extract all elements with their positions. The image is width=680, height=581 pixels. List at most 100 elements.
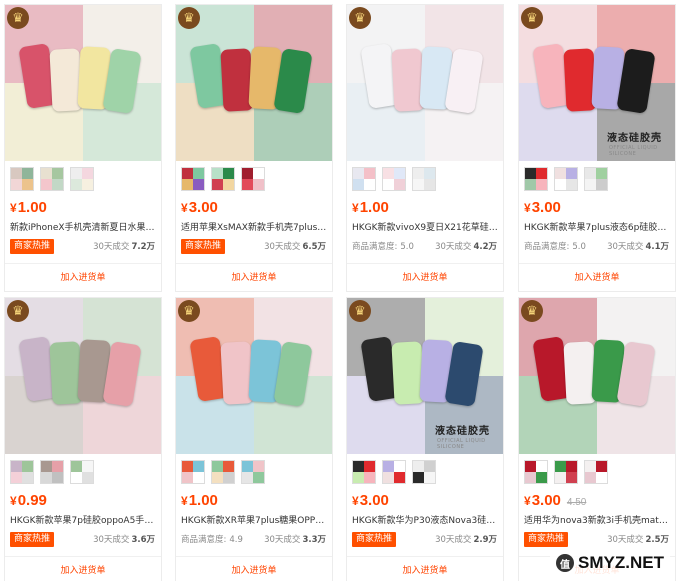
product-card[interactable]: ♛ ¥0.99 HKGK新款苹果7p硅胶oppoA5手机壳vi… 商家热推 30天成交3… <box>4 297 162 581</box>
original-price: 4.50 <box>566 497 587 508</box>
product-title[interactable]: 适用华为nova3新款3i手机壳mate20… <box>524 513 672 526</box>
variant-thumbnails <box>524 460 608 486</box>
crown-icon: ♛ <box>178 300 200 322</box>
variant-thumbnail[interactable] <box>554 167 578 191</box>
variant-thumbnail[interactable] <box>70 460 94 484</box>
sales-label: 30天成交 <box>435 535 472 545</box>
price: ¥1.00 <box>10 199 47 216</box>
hot-badge: 商家热推 <box>181 239 226 254</box>
variant-thumbnail[interactable] <box>584 460 608 484</box>
satisfaction-rating: 商品满意度: 4.9 <box>181 533 243 545</box>
variant-thumbnail[interactable] <box>412 460 436 484</box>
price-value: 1.00 <box>359 199 389 216</box>
variant-thumbnail[interactable] <box>10 460 34 484</box>
variant-thumbnail[interactable] <box>352 460 376 484</box>
product-card[interactable]: 液态硅胶壳 OFFICIAL LIQUID SILICONE ♛ ¥3.00 HKGK新… <box>346 297 504 581</box>
variant-thumbnail[interactable] <box>40 460 64 484</box>
product-title[interactable]: 适用苹果XsMAX新款手机壳7plus钻石… <box>181 220 329 233</box>
product-title[interactable]: HKGK新款华为P30液态Nova3硅胶2s… <box>352 513 500 526</box>
sales-label: 30天成交 <box>264 242 301 252</box>
price-value: 1.00 <box>17 199 47 216</box>
variant-thumbnails <box>10 167 94 193</box>
variant-thumbnail[interactable] <box>584 167 608 191</box>
product-card[interactable]: ♛ ¥1.00 HKGK新款vivoX9夏日X21花草硅胶X2… 商品满意度:5.0 3… <box>346 4 504 292</box>
variant-thumbnail[interactable] <box>241 460 265 484</box>
variant-thumbnails <box>181 460 265 486</box>
add-to-purchase-list-button[interactable]: 加入进货单 <box>347 263 503 293</box>
price-value: 3.00 <box>359 492 389 509</box>
product-image[interactable]: 液态硅胶壳 OFFICIAL LIQUID SILICONE ♛ <box>347 298 503 454</box>
crown-icon: ♛ <box>349 7 371 29</box>
price: ¥3.00 <box>181 199 218 216</box>
sales-value: 6.5万 <box>302 242 326 252</box>
product-card[interactable]: ♛ ¥3.00 4.50 适用华为nova3新款3i手机壳mate20… 商家热推 30天… <box>518 297 676 581</box>
variant-thumbnails <box>181 167 265 193</box>
variant-thumbnail[interactable] <box>554 460 578 484</box>
monthly-sales: 30天成交 6.5万 <box>264 240 326 252</box>
rating-value: 5.0 <box>572 242 586 252</box>
add-to-purchase-list-button[interactable]: 加入进货单 <box>176 556 332 581</box>
currency-symbol: ¥ <box>10 201 17 215</box>
sales-label: 30天成交 <box>264 535 301 545</box>
variant-thumbnail[interactable] <box>70 167 94 191</box>
watermark-logo: 值 <box>556 554 575 572</box>
sales-label: 30天成交 <box>607 535 644 545</box>
variant-thumbnail[interactable] <box>524 460 548 484</box>
variant-thumbnail[interactable] <box>382 460 406 484</box>
image-overlay-title: 液态硅胶壳 <box>607 133 662 144</box>
monthly-sales: 30天成交 3.6万 <box>93 533 155 545</box>
price: ¥3.00 <box>524 199 561 216</box>
sales-label: 30天成交 <box>607 242 644 252</box>
product-image[interactable]: ♛ <box>519 298 675 454</box>
product-title[interactable]: HKGK新款vivoX9夏日X21花草硅胶X2… <box>352 220 500 233</box>
sales-value: 3.6万 <box>131 535 155 545</box>
variant-thumbnail[interactable] <box>10 167 34 191</box>
currency-symbol: ¥ <box>524 201 531 215</box>
watermark: 值 SMYZ.NET <box>550 551 670 575</box>
product-title[interactable]: 新款iPhoneX手机壳清新夏日水果opp… <box>10 220 158 233</box>
add-to-purchase-list-button[interactable]: 加入进货单 <box>519 263 675 293</box>
product-card[interactable]: ♛ ¥1.00 新款iPhoneX手机壳清新夏日水果opp… 商家热推 30天成交 7.2… <box>4 4 162 292</box>
add-to-purchase-list-button[interactable]: 加入进货单 <box>347 556 503 581</box>
monthly-sales: 30天成交 3.3万 <box>264 533 326 545</box>
variant-thumbnails <box>10 460 94 486</box>
product-card[interactable]: ♛ ¥3.00 适用苹果XsMAX新款手机壳7plus钻石… 商家热推 30天成交 6.5… <box>175 4 333 292</box>
product-image[interactable]: ♛ <box>5 5 161 161</box>
variant-thumbnail[interactable] <box>211 167 235 191</box>
price-value: 1.00 <box>188 492 218 509</box>
crown-icon: ♛ <box>7 300 29 322</box>
variant-thumbnail[interactable] <box>241 167 265 191</box>
sales-value: 7.2万 <box>131 242 155 252</box>
variant-thumbnail[interactable] <box>382 167 406 191</box>
product-title[interactable]: HKGK新款XR苹果7plus糖果OPPOR15… <box>181 513 329 526</box>
product-image[interactable]: ♛ <box>347 5 503 161</box>
variant-thumbnail[interactable] <box>40 167 64 191</box>
product-image[interactable]: 液态硅胶壳 OFFICIAL LIQUID SILICONE ♛ <box>519 5 675 161</box>
product-image[interactable]: ♛ <box>5 298 161 454</box>
variant-thumbnail[interactable] <box>412 167 436 191</box>
rating-label: 商品满意度: <box>181 535 227 545</box>
crown-icon: ♛ <box>521 7 543 29</box>
monthly-sales: 30天成交 4.1万 <box>607 240 669 252</box>
price: ¥3.00 4.50 <box>524 492 586 509</box>
product-card[interactable]: 液态硅胶壳 OFFICIAL LIQUID SILICONE ♛ ¥3.00 HKGK新… <box>518 4 676 292</box>
sales-value: 2.5万 <box>645 535 669 545</box>
crown-icon: ♛ <box>7 7 29 29</box>
variant-thumbnail[interactable] <box>181 167 205 191</box>
add-to-purchase-list-button[interactable]: 加入进货单 <box>5 556 161 581</box>
add-to-purchase-list-button[interactable]: 加入进货单 <box>5 263 161 293</box>
variant-thumbnail[interactable] <box>524 167 548 191</box>
product-card[interactable]: ♛ ¥1.00 HKGK新款XR苹果7plus糖果OPPOR15… 商品满意度:4.9… <box>175 297 333 581</box>
product-image[interactable]: ♛ <box>176 298 332 454</box>
variant-thumbnail[interactable] <box>352 167 376 191</box>
product-image[interactable]: ♛ <box>176 5 332 161</box>
monthly-sales: 30天成交 4.2万 <box>435 240 497 252</box>
product-title[interactable]: HKGK新款苹果7plus液态6p硅胶XR手… <box>524 220 672 233</box>
currency-symbol: ¥ <box>181 494 188 508</box>
variant-thumbnails <box>352 460 436 486</box>
variant-thumbnail[interactable] <box>211 460 235 484</box>
product-title[interactable]: HKGK新款苹果7p硅胶oppoA5手机壳vi… <box>10 513 158 526</box>
currency-symbol: ¥ <box>10 494 17 508</box>
add-to-purchase-list-button[interactable]: 加入进货单 <box>176 263 332 293</box>
variant-thumbnail[interactable] <box>181 460 205 484</box>
